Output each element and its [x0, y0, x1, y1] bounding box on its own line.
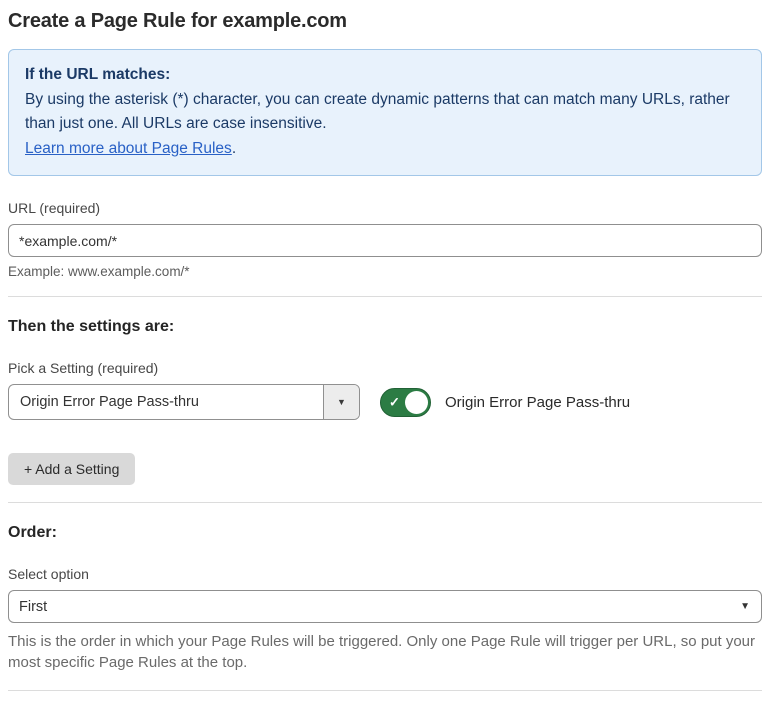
divider: [8, 296, 762, 297]
divider: [8, 690, 762, 691]
order-select[interactable]: First ▼: [8, 590, 762, 623]
chevron-down-icon: ▼: [740, 600, 750, 612]
url-match-info-box: If the URL matches: By using the asteris…: [8, 49, 762, 176]
link-suffix: .: [231, 140, 237, 157]
page-title: Create a Page Rule for example.com: [8, 10, 347, 32]
info-box-body: By using the asterisk (*) character, you…: [25, 91, 730, 132]
check-icon: ✓: [389, 394, 400, 410]
setting-row: Origin Error Page Pass-thru ▼ ✓ Origin E…: [8, 384, 762, 420]
url-input[interactable]: [8, 224, 762, 257]
toggle-knob: [405, 390, 428, 414]
order-select-label: Select option: [8, 566, 89, 582]
chevron-down-icon: ▼: [337, 396, 346, 407]
info-box-link-line: Learn more about Page Rules.: [25, 137, 745, 161]
create-page-rule-panel: Create a Page Rule for example.com If th…: [0, 0, 770, 710]
setting-dropdown-value: Origin Error Page Pass-thru: [20, 394, 199, 410]
setting-dropdown-button[interactable]: ▼: [323, 385, 359, 419]
divider: [8, 502, 762, 503]
url-field-label: URL (required): [8, 200, 101, 216]
add-setting-button[interactable]: + Add a Setting: [8, 453, 136, 485]
setting-toggle[interactable]: ✓: [380, 387, 431, 417]
order-section-heading: Order:: [8, 524, 57, 541]
setting-toggle-label: Origin Error Page Pass-thru: [445, 393, 631, 411]
setting-dropdown[interactable]: Origin Error Page Pass-thru ▼: [8, 384, 360, 420]
learn-more-link[interactable]: Learn more about Page Rules: [25, 140, 232, 157]
pick-setting-label: Pick a Setting (required): [8, 360, 159, 376]
order-select-value: First: [19, 598, 48, 615]
order-helper-text: This is the order in which your Page Rul…: [8, 633, 756, 671]
info-box-heading: If the URL matches:: [25, 66, 171, 83]
settings-section-heading: Then the settings are:: [8, 318, 175, 335]
url-helper-text: Example: www.example.com/*: [8, 264, 190, 279]
